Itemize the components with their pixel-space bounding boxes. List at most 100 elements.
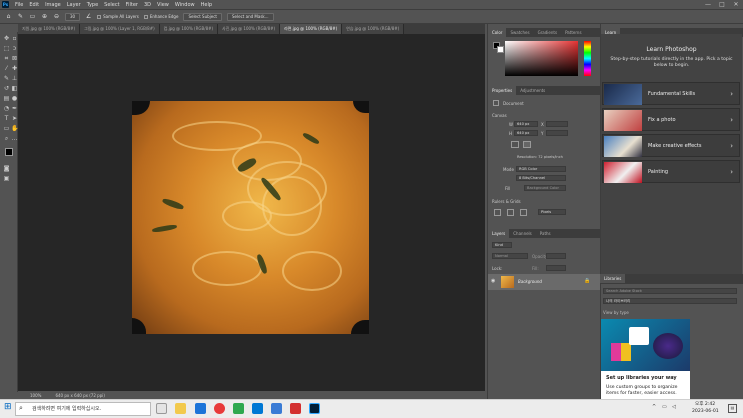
- mode-select[interactable]: RGB Color: [516, 166, 566, 172]
- menu-file[interactable]: File: [12, 2, 26, 8]
- maximize-icon[interactable]: □: [715, 0, 729, 9]
- tab-properties[interactable]: Properties: [488, 86, 517, 95]
- portrait-orientation-icon[interactable]: [511, 141, 519, 148]
- marquee-tool-icon[interactable]: ⬚: [3, 45, 10, 52]
- clock-time[interactable]: 오후 2:42: [695, 401, 715, 407]
- hue-slider[interactable]: [584, 41, 591, 76]
- move-tool-icon[interactable]: ✥: [3, 35, 10, 42]
- type-tool-icon[interactable]: T: [3, 115, 10, 122]
- eraser-tool-icon[interactable]: ◧: [11, 85, 18, 92]
- volume-icon[interactable]: ◁: [672, 404, 676, 410]
- enhance-edge-checkbox[interactable]: Enhance Edge: [143, 14, 178, 19]
- tab-adjustments[interactable]: Adjustments: [516, 86, 549, 95]
- doc-tab[interactable]: 지원.jpg @ 100% (RGB/8#): [18, 24, 81, 34]
- rulers-grids-title[interactable]: Rulers & Grids: [492, 199, 521, 204]
- sample-all-layers-checkbox[interactable]: Sample All Layers: [97, 14, 139, 19]
- blend-mode-select[interactable]: Normal: [492, 253, 528, 259]
- hand-tool-icon[interactable]: ✋: [11, 125, 18, 132]
- learn-card-fundamental-skills[interactable]: Fundamental Skills ›: [602, 82, 740, 105]
- taskbar-search-input[interactable]: 검색하려면 여기에 입력하십시오.: [15, 402, 151, 416]
- tab-color[interactable]: Color: [488, 28, 507, 37]
- stock-search-input[interactable]: Search Adobe Stock: [603, 288, 737, 294]
- shape-tool-icon[interactable]: ▭: [3, 125, 10, 132]
- menu-type[interactable]: Type: [84, 2, 101, 8]
- fill-select[interactable]: Background Color: [524, 185, 566, 191]
- doc-tab-active[interactable]: 라면.jpg @ 100% (RGB/8#): [280, 24, 343, 34]
- crop-tool-icon[interactable]: ⌗: [3, 55, 10, 62]
- artboard-tool-icon[interactable]: ▫: [11, 35, 18, 42]
- doc-tab[interactable]: 컵.jpg @ 100% (RGB/8#): [159, 24, 219, 34]
- library-select[interactable]: 나의 라이브러리: [603, 298, 737, 304]
- menu-help[interactable]: Help: [198, 2, 215, 8]
- new-selection-icon[interactable]: ▭: [29, 13, 36, 20]
- tab-swatches[interactable]: Swatches: [506, 28, 533, 37]
- blur-tool-icon[interactable]: ●: [11, 95, 18, 102]
- notification-icon[interactable]: ▤: [728, 404, 737, 413]
- home-icon[interactable]: ⌂: [5, 13, 12, 20]
- guides-icon[interactable]: [520, 209, 527, 216]
- subtract-selection-icon[interactable]: ⊖: [53, 13, 60, 20]
- doc-tab[interactable]: 그림.jpg @ 100% (Layer 1, RGB/8#): [80, 24, 160, 34]
- store-icon[interactable]: [252, 403, 263, 414]
- canvas-section-title[interactable]: Canvas: [492, 113, 507, 118]
- frame-tool-icon[interactable]: ⊠: [11, 55, 18, 62]
- tab-patterns[interactable]: Patterns: [561, 28, 585, 37]
- select-and-mask-button[interactable]: Select and Mask...: [227, 12, 274, 21]
- menu-image[interactable]: Image: [42, 2, 64, 8]
- menu-window[interactable]: Window: [172, 2, 198, 8]
- visibility-eye-icon[interactable]: ◉: [491, 278, 495, 284]
- mail-icon[interactable]: [271, 403, 282, 414]
- close-icon[interactable]: ✕: [729, 0, 743, 9]
- fill-opacity-field[interactable]: [546, 265, 566, 271]
- angle-icon[interactable]: ∠: [85, 13, 92, 20]
- color-bg-swatch[interactable]: [497, 46, 504, 53]
- quick-select-tool-icon[interactable]: ✎: [17, 13, 24, 20]
- height-field[interactable]: 640 px: [514, 130, 538, 136]
- history-brush-icon[interactable]: ↺: [3, 85, 10, 92]
- pen-tool-icon[interactable]: ✒: [11, 105, 18, 112]
- chrome-browser-icon[interactable]: [214, 403, 225, 414]
- photoshop-taskbar-icon[interactable]: [309, 403, 320, 414]
- zoom-tool-icon[interactable]: ⌕: [3, 135, 10, 142]
- add-selection-icon[interactable]: ⊕: [41, 13, 48, 20]
- bit-depth-select[interactable]: 8 Bits/Channel: [516, 175, 566, 181]
- windows-start-icon[interactable]: ⊞: [4, 403, 13, 412]
- tab-libraries[interactable]: Libraries: [600, 274, 626, 283]
- dodge-tool-icon[interactable]: ◔: [3, 105, 10, 112]
- network-icon[interactable]: ▭: [662, 404, 667, 410]
- app-icon[interactable]: [290, 403, 301, 414]
- menu-view[interactable]: View: [154, 2, 172, 8]
- foreground-color-swatch[interactable]: [5, 148, 13, 156]
- menu-edit[interactable]: Edit: [26, 2, 42, 8]
- view-by-type[interactable]: View by type: [603, 310, 629, 315]
- menu-select[interactable]: Select: [101, 2, 122, 8]
- grid-icon[interactable]: [507, 209, 514, 216]
- menu-filter[interactable]: Filter: [123, 2, 141, 8]
- x-field[interactable]: [546, 121, 568, 127]
- width-field[interactable]: 640 px: [514, 121, 538, 127]
- layer-row[interactable]: ◉ Background 🔒: [488, 274, 600, 290]
- gradient-tool-icon[interactable]: ▤: [3, 95, 10, 102]
- screen-mode-icon[interactable]: ▣: [3, 175, 10, 182]
- select-subject-button[interactable]: Select Subject: [183, 12, 223, 21]
- quick-mask-icon[interactable]: ◙: [3, 165, 10, 172]
- clock-date[interactable]: 2023-06-01: [692, 409, 719, 414]
- minimize-icon[interactable]: —: [701, 0, 715, 9]
- layer-kind-filter[interactable]: Kind: [492, 242, 512, 248]
- opacity-field[interactable]: [546, 253, 566, 259]
- ruler-icon[interactable]: [494, 209, 501, 216]
- tab-gradients[interactable]: Gradients: [534, 28, 562, 37]
- tray-chevron-icon[interactable]: ^: [652, 404, 656, 410]
- learn-card-painting[interactable]: Painting ›: [602, 160, 740, 183]
- healing-tool-icon[interactable]: ✚: [11, 65, 18, 72]
- brush-size-field[interactable]: 30: [65, 12, 81, 21]
- units-select[interactable]: Pixels: [538, 209, 566, 215]
- photoshop-logo-icon[interactable]: Ps: [2, 1, 9, 8]
- tab-paths[interactable]: Paths: [536, 229, 555, 238]
- doc-tab[interactable]: 사진.jpg @ 100% (RGB/8#): [218, 24, 281, 34]
- y-field[interactable]: [546, 130, 568, 136]
- app-icon[interactable]: [233, 403, 244, 414]
- tab-layers[interactable]: Layers: [488, 229, 510, 238]
- menu-3d[interactable]: 3D: [141, 2, 154, 8]
- more-tools-icon[interactable]: …: [11, 135, 18, 142]
